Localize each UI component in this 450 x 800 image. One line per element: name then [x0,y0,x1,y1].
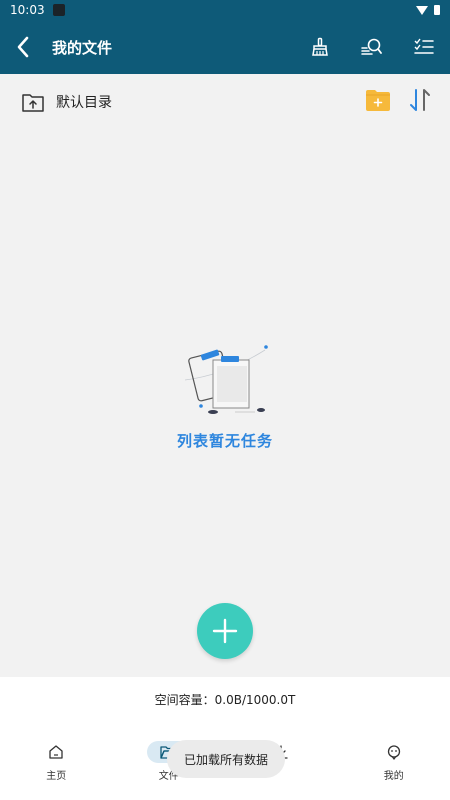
sort-button[interactable] [408,88,432,116]
storage-capacity: 空间容量：0.0B/1000.0T [0,677,450,721]
profile-icon [387,745,400,760]
empty-message: 列表暂无任务 [176,432,273,450]
broom-icon [312,37,328,56]
home-icon [49,745,63,759]
back-arrow-icon [17,36,29,58]
toast-text: 已加载所有数据 [183,752,268,767]
wifi-icon [416,5,428,15]
empty-clipboard-illustration [184,345,268,414]
status-indicators [416,5,440,15]
plus-icon [212,618,238,644]
battery-icon [434,5,440,15]
search-icon [361,38,382,55]
toast-message: 已加载所有数据 [167,740,285,778]
search-button[interactable] [346,20,398,74]
header-actions [294,20,450,74]
nav-item-home[interactable]: 主页 [0,721,113,800]
nav-icon-container [372,741,416,763]
sort-icon [410,89,430,111]
add-button[interactable] [197,603,253,659]
nav-item-profile[interactable]: 我的 [338,721,450,800]
nav-label-home: 主页 [46,771,67,782]
app-header: 我的文件 [0,20,450,74]
new-folder-button[interactable] [366,89,390,115]
nav-label-profile: 我的 [383,771,404,782]
back-button[interactable] [0,20,46,74]
status-time: 10:03 [10,3,45,17]
notification-icon [52,4,65,16]
status-bar: 10:03 [0,0,450,20]
directory-actions [366,88,432,116]
directory-label: 默认目录 [56,95,112,111]
empty-state: 列表暂无任务 [0,340,450,451]
new-folder-icon [366,90,390,111]
clean-button[interactable] [294,20,346,74]
checklist-button[interactable] [398,20,450,74]
checklist-icon [414,38,434,54]
storage-text: 空间容量：0.0B/1000.0T [154,692,296,707]
folder-upload-icon [22,94,44,112]
nav-icon-container [34,741,78,763]
directory-row[interactable]: 默认目录 [0,74,450,130]
page-title: 我的文件 [52,38,113,57]
